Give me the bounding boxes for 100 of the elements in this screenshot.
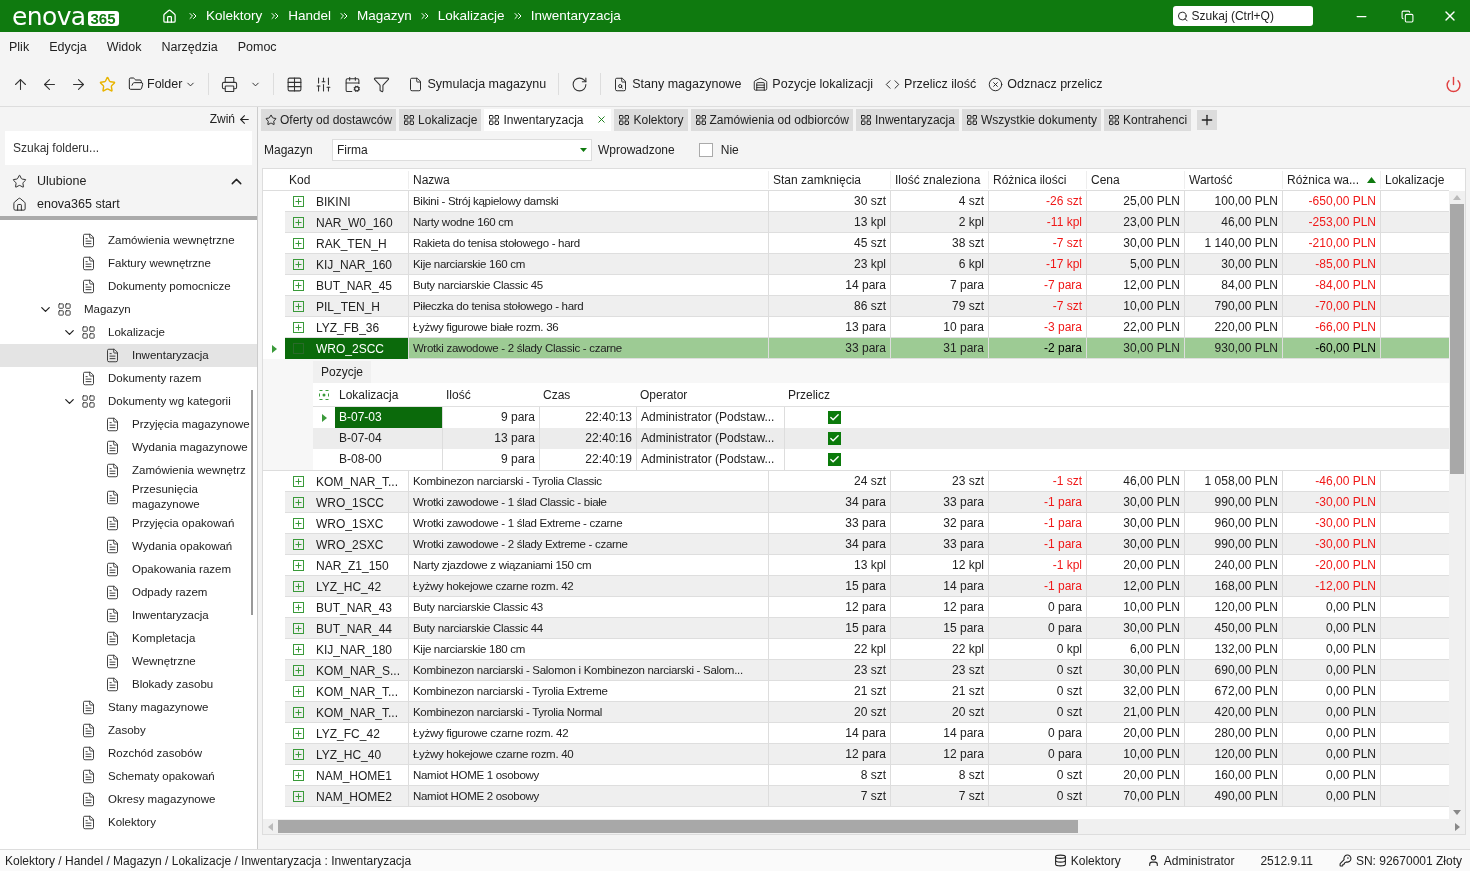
tree-item[interactable]: Faktury wewnętrzne — [0, 252, 257, 275]
expand-icon[interactable] — [293, 665, 304, 676]
search-field[interactable]: Szukaj (Ctrl+Q) — [1173, 6, 1313, 26]
table-row[interactable]: NAM_HOME1 Namiot HOME 1 osobowy 8 szt 8 szt 0 szt 20,00 PLN 160,00 PLN 0,00 PLN — [263, 765, 1449, 786]
scroll-right-icon[interactable] — [1455, 822, 1460, 831]
toolbar-button[interactable]: Przelicz ilość — [885, 74, 977, 94]
column-header[interactable]: Lokalizacje — [1380, 170, 1449, 189]
tab[interactable]: Lokalizacje — [399, 108, 482, 131]
tab[interactable]: Inwentaryzacja — [484, 108, 612, 131]
tree-item[interactable]: Zasoby — [0, 719, 257, 742]
calendar-icon[interactable] — [344, 75, 362, 93]
expand-icon[interactable] — [293, 749, 304, 760]
column-header[interactable]: Cena — [1086, 170, 1184, 189]
tree-item[interactable]: Stany magazynowe — [0, 696, 257, 719]
fit-icon[interactable] — [319, 389, 329, 400]
expand-icon[interactable] — [293, 497, 304, 508]
table-row[interactable]: NAR_Z1_150 Narty zjazdowe z wiązaniami 150 cm 13 kpl 12 kpl -1 kpl 20,00 PLN 240,00 PLN -20,00 PLN — [263, 555, 1449, 576]
expand-icon[interactable] — [293, 644, 304, 655]
tree-item[interactable]: Wydania magazynowe — [0, 436, 257, 459]
folder-button[interactable]: Folder — [128, 74, 197, 94]
breadcrumb-link[interactable]: Kolektory — [203, 5, 266, 27]
tree-item[interactable]: Okresy magazynowe — [0, 788, 257, 811]
table-row[interactable]: LYZ_HC_42 Łyżwy hokejowe czarne rozm. 42 15 para 14 para -1 para 12,00 PLN 168,00 PLN -12,00 PLN — [263, 576, 1449, 597]
expand-icon[interactable] — [293, 791, 304, 802]
expand-icon[interactable] — [293, 259, 304, 270]
tab[interactable]: Zamówienia od odbiorców — [690, 108, 853, 131]
table-row[interactable]: KOM_NAR_S... Kombinezon narciarski - Salomon i Kombinezon narciarski - Salom... 23 szt 23 szt 0 szt 30,00 PLN 690,00 PLN 0,00 PLN — [263, 660, 1449, 681]
tab[interactable]: Oferty od dostawców — [261, 108, 397, 131]
expand-icon[interactable] — [293, 238, 304, 249]
checkbox[interactable] — [828, 411, 841, 424]
menu-item[interactable]: Pomoc — [237, 37, 277, 57]
tree-item[interactable]: Wydania opakowań — [0, 535, 257, 558]
filter-icon[interactable] — [373, 75, 391, 93]
tree-item[interactable]: Kompletacja — [0, 627, 257, 650]
table-row[interactable]: KOM_NAR_T... Kombinezon narciarski - Tyrolia Classic 24 szt 23 szt -1 szt 46,00 PLN 1 058,00 PLN -46,00 PLN — [263, 471, 1449, 492]
toolbar-button[interactable]: Symulacja magazynu — [408, 74, 547, 94]
checkbox[interactable] — [698, 143, 713, 157]
expand-icon[interactable] — [293, 539, 304, 550]
table-row[interactable]: BIKINI Bikini - Strój kąpielowy damski 30 szt 4 szt -26 szt 25,00 PLN 100,00 PLN -650,00 PLN — [263, 191, 1449, 212]
breadcrumb-link[interactable]: Lokalizacje — [434, 5, 508, 27]
table-row[interactable]: PIL_TEN_H Piłeczka do tenisa stołowego - hard 86 szt 79 szt -7 szt 10,00 PLN 790,00 PLN -70,00 PLN — [263, 296, 1449, 317]
detail-tab[interactable]: Pozycje — [313, 361, 372, 383]
table-row[interactable]: BUT_NAR_44 Buty narciarskie Classic 44 15 para 15 para 0 para 30,00 PLN 450,00 PLN 0,00 PLN — [263, 618, 1449, 639]
table-row[interactable]: WRO_2SCC Wrotki zawodowe - 2 ślady Classic - czarne 33 para 31 para -2 para 30,00 PLN 930,00 PLN -60,00 PLN — [263, 338, 1449, 359]
power-icon[interactable] — [1445, 75, 1462, 93]
tree-item[interactable]: Zamówienia wewnętrz — [0, 459, 257, 482]
checkbox[interactable] — [828, 453, 841, 466]
tree-item[interactable]: Odpady razem — [0, 581, 257, 604]
table-row[interactable]: RAK_TEN_H Rakieta do tenisa stołowego - hard 45 szt 38 szt -7 szt 30,00 PLN 1 140,00 PLN -210,00 PLN — [263, 233, 1449, 254]
table-row[interactable]: KIJ_NAR_160 Kije narciarskie 160 cm 23 kpl 6 kpl -17 kpl 5,00 PLN 30,00 PLN -85,00 PLN — [263, 254, 1449, 275]
expand-icon[interactable] — [293, 560, 304, 571]
menu-item[interactable]: Plik — [9, 37, 30, 57]
tab[interactable]: Kontrahenci — [1104, 108, 1192, 131]
tree-item[interactable]: Dokumenty pomocnicze — [0, 275, 257, 298]
tab[interactable]: Inwentaryzacja — [855, 108, 959, 131]
expand-icon[interactable] — [293, 686, 304, 697]
table-row[interactable]: KOM_NAR_T... Kombinezon narciarski - Tyrolia Normal 20 szt 20 szt 0 szt 21,00 PLN 420,00 PLN 0,00 PLN — [263, 702, 1449, 723]
menu-item[interactable]: Edycja — [49, 37, 87, 57]
table-row[interactable]: NAR_W0_160 Narty wodne 160 cm 13 kpl 2 kpl -11 kpl 23,00 PLN 46,00 PLN -253,00 PLN — [263, 212, 1449, 233]
column-header[interactable]: Różnica wa... — [1282, 170, 1380, 189]
table-row[interactable]: BUT_NAR_45 Buty narciarskie Classic 45 14 para 7 para -7 para 12,00 PLN 84,00 PLN -84,00 PLN — [263, 275, 1449, 296]
refresh-icon[interactable] — [571, 75, 589, 93]
column-header[interactable]: Nazwa — [408, 170, 768, 189]
tree-item[interactable]: Dokumenty razem — [0, 367, 257, 390]
toolbar-button[interactable]: Odznacz przelicz — [988, 74, 1103, 94]
toolbar-button[interactable]: Stany magazynowe — [613, 74, 742, 94]
table-row[interactable]: WRO_1SXC Wrotki zawodowe - 1 ślad Extreme - czarne 33 para 32 para -1 para 30,00 PLN 960,00 PLN -30,00 PLN — [263, 513, 1449, 534]
expand-icon[interactable] — [293, 476, 304, 487]
expand-icon[interactable] — [293, 196, 304, 207]
expand-icon[interactable] — [293, 581, 304, 592]
tree-item[interactable]: Lokalizacje — [0, 321, 257, 344]
favorites-label[interactable]: Ulubione — [37, 171, 228, 191]
expand-icon[interactable] — [293, 602, 304, 613]
expand-icon[interactable] — [293, 518, 304, 529]
checkbox[interactable] — [828, 432, 841, 445]
tree-item[interactable]: Zamówienia wewnętrzne — [0, 229, 257, 252]
collapse-button[interactable]: Zwiń — [209, 110, 251, 128]
table-row[interactable]: LYZ_FC_42 Łyżwy figurowe czarne rozm. 42 14 para 14 para 0 para 20,00 PLN 280,00 PLN 0,00 PLN — [263, 723, 1449, 744]
start-link[interactable]: enova365 start — [37, 194, 120, 214]
breadcrumb-link[interactable]: Handel — [285, 5, 335, 27]
tree-item[interactable]: Blokady zasobu — [0, 673, 257, 696]
star-icon[interactable] — [99, 75, 116, 93]
tree-item[interactable]: Inwentaryzacja — [0, 344, 257, 367]
menu-item[interactable]: Widok — [106, 37, 142, 57]
expand-icon[interactable] — [293, 322, 304, 333]
table-row[interactable]: WRO_2SXC Wrotki zawodowe - 2 ślady Extreme - czarne 34 para 33 para -1 para 30,00 PLN 990,00 PLN -30,00 PLN — [263, 534, 1449, 555]
close-icon[interactable] — [596, 114, 608, 125]
tree-item[interactable]: Inwentaryzacja — [0, 604, 257, 627]
menu-item[interactable]: Narzędzia — [161, 37, 218, 57]
horizontal-scrollbar[interactable] — [263, 819, 1465, 834]
home-icon[interactable] — [162, 8, 177, 24]
column-header[interactable]: Stan zamknięcia — [768, 170, 890, 189]
restore-icon[interactable] — [1401, 9, 1414, 23]
vertical-scrollbar[interactable] — [1449, 191, 1465, 819]
column-header[interactable]: Różnica ilości — [988, 170, 1086, 189]
breadcrumb-link[interactable]: Magazyn — [354, 5, 415, 27]
tree-item[interactable]: Wewnętrzne — [0, 650, 257, 673]
expand-icon[interactable] — [293, 623, 304, 634]
table-row[interactable]: BUT_NAR_43 Buty narciarskie Classic 43 12 para 12 para 0 para 10,00 PLN 120,00 PLN 0,00 PLN — [263, 597, 1449, 618]
expand-icon[interactable] — [293, 707, 304, 718]
